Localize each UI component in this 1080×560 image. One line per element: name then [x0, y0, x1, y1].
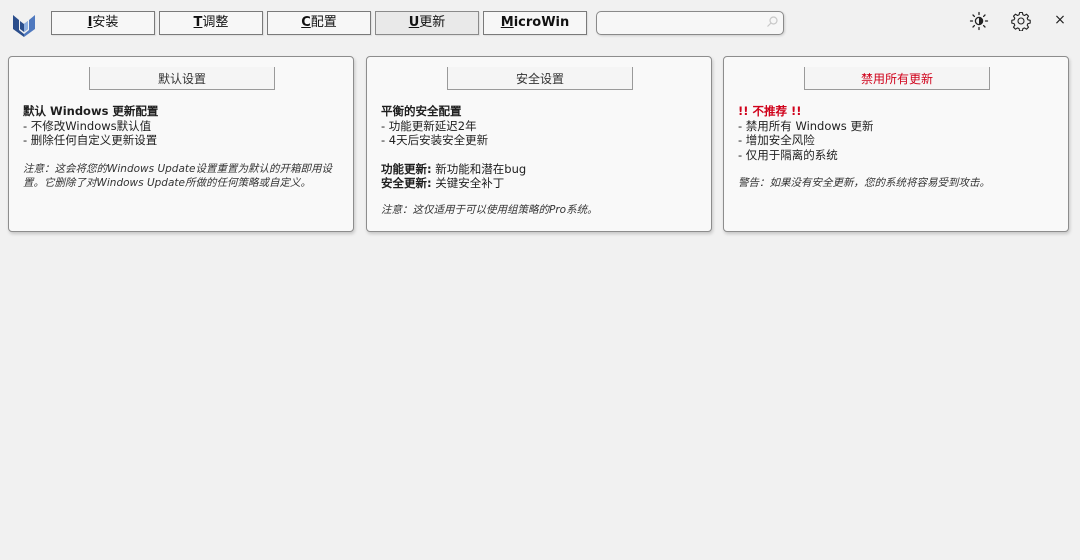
disable-updates-body: !! 不推荐 !! - 禁用所有 Windows 更新 - 增加安全风险 - 仅… [738, 104, 1056, 190]
feature-update-line: 功能更新: 新功能和潜在bug [381, 162, 699, 177]
card-title: 默认 Windows 更新配置 [23, 104, 159, 118]
feature-update-text: 新功能和潜在bug [431, 161, 527, 176]
config-tab-button[interactable]: C配置 [267, 11, 371, 35]
sun-icon[interactable] [969, 11, 989, 31]
default-settings-body: 默认 Windows 更新配置 - 不修改Windows默认值 - 删除任何自定… [23, 104, 341, 190]
list-item: - 增加安全风险 [738, 133, 815, 147]
search-input[interactable] [603, 14, 767, 34]
winutil-logo-icon [13, 15, 35, 37]
card-note: 注意：这会将您的Windows Update设置重置为默认的开箱即用设置。它删除… [23, 162, 332, 189]
security-settings-body: 平衡的安全配置 - 功能更新延迟2年 - 4天后安装安全更新 功能更新: 新功能… [381, 104, 699, 217]
updates-label: 更新 [419, 15, 446, 30]
warning-title: !! 不推荐 !! [738, 104, 802, 118]
search-icon [767, 16, 778, 27]
tweaks-label: 调整 [202, 15, 229, 30]
default-settings-button[interactable]: 默认设置 [89, 67, 275, 90]
config-mnemonic: C [301, 15, 311, 30]
microwin-mnemonic: M [500, 15, 514, 30]
updates-tab-button[interactable]: U更新 [375, 11, 479, 35]
card-note: 警告：如果没有安全更新，您的系统将容易受到攻击。 [738, 177, 990, 189]
updates-mnemonic: U [408, 15, 420, 30]
microwin-label: icroWin [513, 15, 570, 30]
disable-updates-card: 禁用所有更新 !! 不推荐 !! - 禁用所有 Windows 更新 - 增加安… [723, 56, 1069, 232]
install-label: 安装 [92, 15, 119, 30]
top-toolbar: I安装 T调整 C配置 U更新 MicroWin × [0, 0, 1080, 46]
disable-all-updates-button[interactable]: 禁用所有更新 [804, 67, 990, 90]
security-update-line: 安全更新: 关键安全补丁 [381, 176, 699, 191]
default-settings-card: 默认设置 默认 Windows 更新配置 - 不修改Windows默认值 - 删… [8, 56, 354, 232]
config-label: 配置 [310, 15, 337, 30]
tweaks-tab-button[interactable]: T调整 [159, 11, 263, 35]
install-tab-button[interactable]: I安装 [51, 11, 155, 35]
list-item: - 功能更新延迟2年 [381, 118, 477, 133]
microwin-tab-button[interactable]: MicroWin [483, 11, 587, 35]
security-settings-button[interactable]: 安全设置 [447, 67, 633, 90]
list-item: - 仅用于隔离的系统 [738, 147, 838, 162]
close-icon[interactable]: × [1052, 11, 1068, 29]
list-item: - 禁用所有 Windows 更新 [738, 118, 874, 133]
security-settings-card: 安全设置 平衡的安全配置 - 功能更新延迟2年 - 4天后安装安全更新 功能更新… [366, 56, 712, 232]
search-box [596, 11, 784, 35]
security-update-label: 安全更新: [381, 176, 432, 190]
list-item: - 4天后安装安全更新 [381, 133, 489, 147]
gear-icon[interactable] [1011, 11, 1031, 31]
feature-update-label: 功能更新: [381, 161, 432, 176]
card-title: 平衡的安全配置 [381, 104, 462, 118]
list-item: - 不修改Windows默认值 [23, 118, 152, 133]
security-update-text: 关键安全补丁 [431, 176, 505, 190]
card-note: 注意：这仅适用于可以使用组策略的Pro系统。 [381, 203, 598, 216]
list-item: - 删除任何自定义更新设置 [23, 133, 158, 147]
